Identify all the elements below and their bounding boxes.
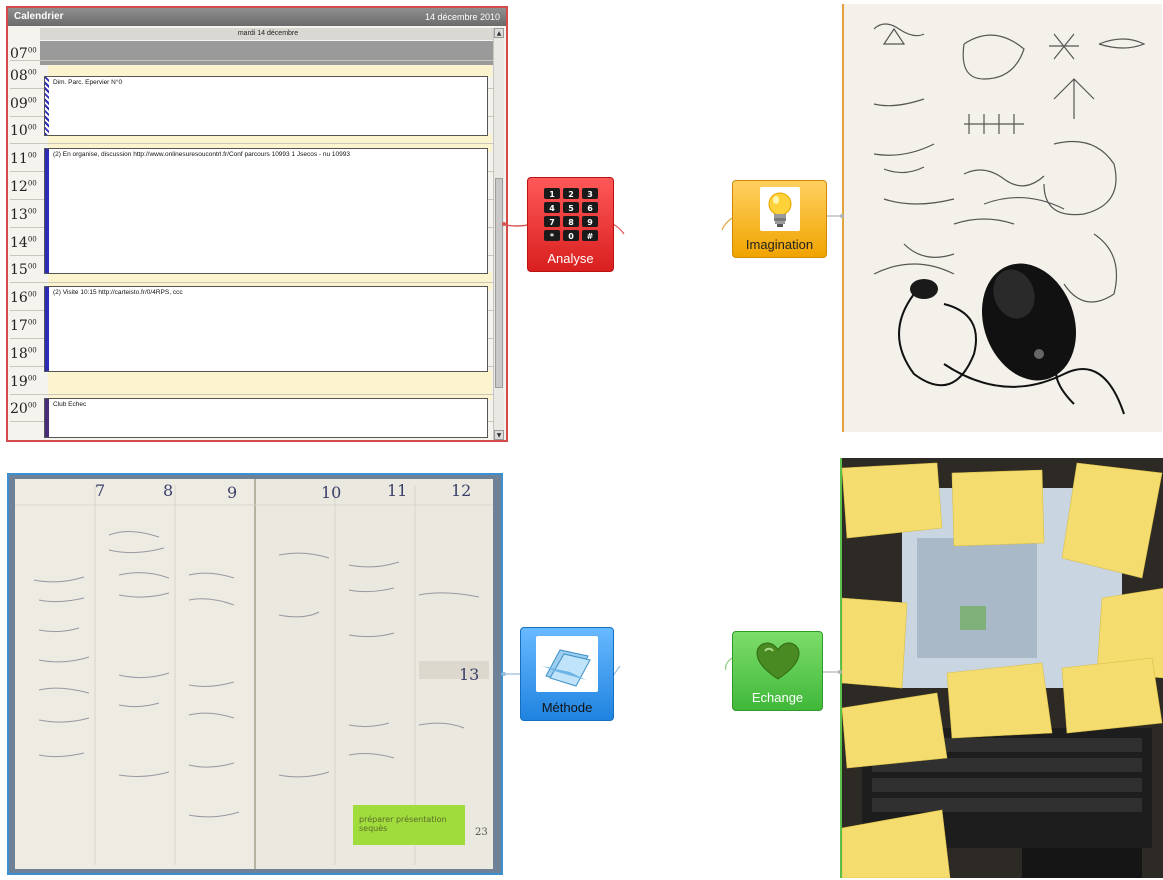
planner-date-7: 7: [95, 481, 106, 500]
hour-label: 1300: [10, 206, 37, 223]
connector-line: [823, 670, 842, 674]
planner-photo: 7 8 9 10 11 12 13 préparer présentation …: [7, 473, 503, 875]
hour-label: 1400: [10, 234, 37, 251]
hour-label: 0900: [10, 95, 37, 112]
imagination-node[interactable]: Imagination: [732, 180, 827, 258]
free-slot: [48, 370, 492, 400]
hour-label: 1500: [10, 262, 37, 279]
hour-label: 1200: [10, 179, 37, 195]
svg-text:#: #: [586, 232, 593, 241]
svg-text:0: 0: [568, 232, 574, 241]
heart-icon: [733, 632, 822, 690]
notebook-sketch-image: [844, 4, 1162, 432]
calendar-event[interactable]: (2) En organise, discussion http://www.o…: [44, 148, 488, 274]
hour-label: 1900: [10, 373, 37, 390]
imagination-label: Imagination: [745, 237, 814, 252]
svg-text:4: 4: [549, 204, 555, 213]
calendar-scrollbar[interactable]: ▲ ▼: [493, 28, 504, 440]
calendar-event[interactable]: Dim. Parc. Epervier N°0: [44, 76, 488, 136]
planner-date-8: 8: [163, 481, 174, 500]
echange-label: Echange: [751, 690, 804, 705]
folder-icon: [521, 628, 613, 700]
planner-date-11: 11: [387, 481, 408, 500]
calendar-event[interactable]: Club Echec: [44, 398, 488, 438]
svg-text:7: 7: [549, 218, 555, 227]
all-day-band: [40, 41, 496, 65]
planner-sticky-note: préparer présentation sequès: [359, 815, 447, 833]
hour-label: 1600: [10, 290, 37, 307]
svg-text:2: 2: [568, 190, 574, 199]
calendar-date: 14 décembre 2010: [424, 12, 500, 22]
planner-date-9: 9: [227, 483, 238, 502]
hour-divider: [10, 282, 494, 284]
scroll-down-icon[interactable]: ▼: [494, 430, 504, 440]
hour-divider: [10, 143, 494, 145]
planner-page-number: 23: [475, 827, 488, 838]
calendar-event[interactable]: (2) Visite 10:15 http://carteisto.fr/0/4…: [44, 286, 488, 372]
light-bulb-icon: [733, 181, 826, 237]
hour-label: 2000: [10, 401, 37, 418]
hour-label: 1700: [10, 318, 37, 334]
analyse-node[interactable]: 123 456 789 * 0 # Analyse: [527, 177, 614, 272]
planner-date-10: 10: [321, 483, 342, 502]
planner-image: [9, 475, 501, 873]
connector-line: [612, 223, 625, 235]
svg-text:5: 5: [568, 204, 574, 213]
methode-node[interactable]: Méthode: [520, 627, 614, 721]
hour-label: 1800: [10, 345, 37, 362]
planner-date-13: 13: [459, 665, 480, 684]
svg-text:1: 1: [549, 190, 555, 199]
calendar-titlebar: Calendrier 14 décembre 2010: [8, 8, 506, 26]
svg-text:3: 3: [587, 190, 593, 199]
laptop-sticky-notes-photo: [840, 458, 1163, 878]
analyse-label: Analyse: [547, 251, 594, 266]
hour-label: 0800: [10, 67, 37, 84]
svg-text:9: 9: [587, 218, 593, 227]
laptop-image: [842, 458, 1163, 878]
hour-divider: [10, 393, 494, 395]
svg-text:6: 6: [587, 204, 593, 213]
scroll-up-icon[interactable]: ▲: [494, 28, 504, 38]
svg-text:8: 8: [568, 218, 574, 227]
calendar-day-header[interactable]: mardi 14 décembre: [40, 28, 496, 40]
calendar-title: Calendrier: [14, 11, 64, 22]
hour-label: 1000: [10, 123, 37, 140]
calendar-panel: Calendrier 14 décembre 2010 mardi 14 déc…: [6, 6, 508, 442]
connector-line: [827, 214, 844, 218]
hour-divider: [10, 60, 494, 61]
echange-node[interactable]: Echange: [732, 631, 823, 711]
hour-label: 1100: [10, 151, 37, 168]
methode-label: Méthode: [541, 700, 593, 715]
calculator-keypad-icon: 123 456 789 * 0 #: [528, 178, 613, 251]
planner-date-12: 12: [451, 481, 472, 500]
notebook-photo: [842, 4, 1162, 432]
